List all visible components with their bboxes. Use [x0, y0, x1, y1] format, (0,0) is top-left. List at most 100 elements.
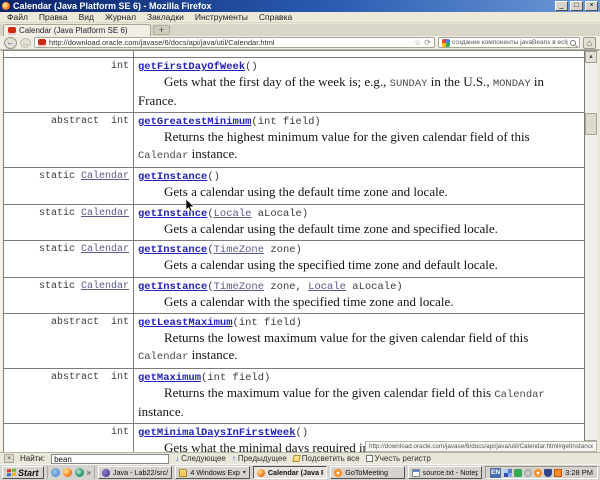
update-icon[interactable]: [554, 469, 562, 477]
shield-icon[interactable]: [544, 469, 552, 477]
type-link[interactable]: TimeZone: [214, 281, 264, 293]
table-row: static Calendar getInstance(TimeZone zone…: [4, 241, 584, 278]
match-case-checkbox[interactable]: [366, 455, 373, 462]
find-label: Найти:: [20, 454, 45, 463]
back-button[interactable]: ←: [4, 37, 17, 49]
method-signature: getInstance(): [138, 171, 580, 184]
method-modifier-cell: static Calendar: [4, 168, 134, 204]
method-cell: getGreatestMinimum(int field)Returns the…: [134, 113, 584, 167]
findbar-close-icon[interactable]: ×: [4, 454, 14, 463]
close-button[interactable]: ×: [585, 1, 598, 11]
firefox-app-icon: [2, 2, 10, 10]
menu-item[interactable]: Файл: [7, 12, 28, 22]
google-icon[interactable]: [442, 39, 450, 47]
grid-icon[interactable]: [504, 469, 512, 477]
messenger-icon[interactable]: [514, 469, 522, 477]
taskbar-button[interactable]: GoToMeeting: [330, 466, 404, 479]
find-input[interactable]: bean: [51, 454, 169, 464]
forward-button[interactable]: →: [20, 38, 31, 48]
method-signature: getInstance(TimeZone zone): [138, 244, 580, 257]
highlighter-icon: [292, 455, 300, 462]
menu-item[interactable]: Правка: [39, 12, 68, 22]
taskbar-button-label: source.txt - Notepad: [423, 468, 478, 477]
find-prev-label: Предыдущее: [238, 454, 287, 463]
match-case-option[interactable]: Учесть регистр: [366, 454, 431, 463]
type-link[interactable]: Calendar: [81, 244, 129, 255]
scrollbar-thumb[interactable]: [585, 113, 597, 135]
gotomeeting-icon[interactable]: [534, 469, 542, 477]
method-link[interactable]: getLeastMaximum: [138, 317, 233, 329]
description-text: abstract int: [51, 317, 129, 328]
start-button[interactable]: Start: [2, 466, 44, 479]
notepad-icon: [412, 469, 420, 477]
window-controls: _ □ ×: [555, 1, 598, 11]
description-text: in the U.S.,: [427, 74, 492, 89]
method-link[interactable]: getGreatestMinimum: [138, 116, 251, 128]
method-link[interactable]: getMaximum: [138, 372, 201, 384]
tab-bar: Calendar (Java Platform SE 6) +: [0, 24, 600, 36]
minimize-button[interactable]: _: [555, 1, 568, 11]
maximize-button[interactable]: □: [570, 1, 583, 11]
menu-bar: Файл Правка Вид Журнал Закладки Инструменты Сп…: [0, 12, 600, 23]
method-link[interactable]: getInstance: [138, 171, 207, 183]
signature-text: (): [245, 61, 258, 73]
taskbar-button-label: GoToMeeting: [345, 468, 388, 477]
method-cell: getMaximum(int field)Returns the maximum…: [134, 369, 584, 423]
firefox-icon[interactable]: [63, 468, 72, 477]
method-link[interactable]: getInstance: [138, 208, 207, 220]
taskbar-button[interactable]: Calendar (Java Platfo...: [253, 466, 327, 479]
volume-icon[interactable]: [524, 469, 532, 477]
method-modifier-cell: static Calendar: [4, 278, 134, 314]
menu-item[interactable]: Справка: [259, 12, 292, 22]
description-text: Returns the maximum value for the given …: [164, 385, 494, 400]
system-tray: EN 3:28 PM: [485, 466, 598, 479]
method-link[interactable]: getFirstDayOfWeek: [138, 61, 245, 73]
vertical-scrollbar[interactable]: ▲ ▼: [585, 51, 597, 452]
method-link[interactable]: getMinimalDaysInFirstWeek: [138, 427, 296, 439]
method-cell: getInstance(TimeZone zone)Gets a calenda…: [134, 241, 584, 277]
globe-icon[interactable]: [75, 468, 84, 477]
search-magnifier-icon[interactable]: [570, 40, 576, 46]
method-link[interactable]: getInstance: [138, 281, 207, 293]
highlight-all-label: Подсветить все: [302, 454, 360, 463]
quick-launch-bar: »: [47, 466, 95, 479]
tab-calendar[interactable]: Calendar (Java Platform SE 6): [3, 24, 151, 36]
find-bar: × Найти: bean ↓ Следующее ↑ Предыдущее П…: [0, 452, 600, 464]
method-cell: [134, 51, 584, 57]
new-tab-button[interactable]: +: [153, 25, 170, 35]
group-caret-icon[interactable]: ▾: [243, 469, 246, 476]
taskbar-button[interactable]: source.txt - Notepad: [408, 466, 482, 479]
menu-item[interactable]: Инструменты: [195, 12, 248, 22]
type-link[interactable]: Calendar: [81, 281, 129, 292]
type-link[interactable]: Calendar: [81, 171, 129, 182]
type-link[interactable]: TimeZone: [214, 244, 264, 256]
bookmark-star-icon[interactable]: ☆: [414, 38, 421, 47]
find-prev-button[interactable]: ↑ Предыдущее: [232, 454, 287, 463]
description-text: instance.: [138, 404, 184, 419]
method-link[interactable]: getInstance: [138, 244, 207, 256]
url-bar[interactable]: http://download.oracle.com/javase/6/docs…: [34, 37, 435, 48]
type-link[interactable]: Locale: [214, 208, 252, 220]
description-text: static: [39, 244, 81, 255]
menu-item[interactable]: Вид: [79, 12, 94, 22]
home-button[interactable]: ⌂: [583, 37, 596, 49]
reload-icon[interactable]: ⟳: [424, 38, 431, 47]
internet-explorer-icon[interactable]: [51, 468, 60, 477]
highlight-all-button[interactable]: Подсветить все: [293, 454, 360, 463]
eclipse-icon: [102, 469, 110, 477]
language-indicator[interactable]: EN: [490, 468, 501, 478]
search-input[interactable]: создание компоненты javaBeans в eclipse: [438, 37, 580, 48]
table-row: static CalendargetInstance(TimeZone zone…: [4, 278, 584, 315]
signature-text: zone): [264, 244, 302, 256]
scroll-up-icon[interactable]: ▲: [585, 51, 597, 63]
taskbar-button[interactable]: 4 Windows Explorer▾: [175, 466, 249, 479]
type-link[interactable]: Locale: [308, 281, 346, 293]
menu-item[interactable]: Журнал: [105, 12, 136, 22]
oracle-favicon: [38, 39, 46, 47]
type-link[interactable]: Calendar: [81, 208, 129, 219]
find-next-button[interactable]: ↓ Следующее: [175, 454, 226, 463]
taskbar-button[interactable]: Java - Lab22/src/Main.ja...: [98, 466, 172, 479]
method-modifier-cell: [4, 51, 134, 57]
menu-item[interactable]: Закладки: [147, 12, 184, 22]
quick-launch-overflow-chevron[interactable]: »: [87, 468, 91, 477]
